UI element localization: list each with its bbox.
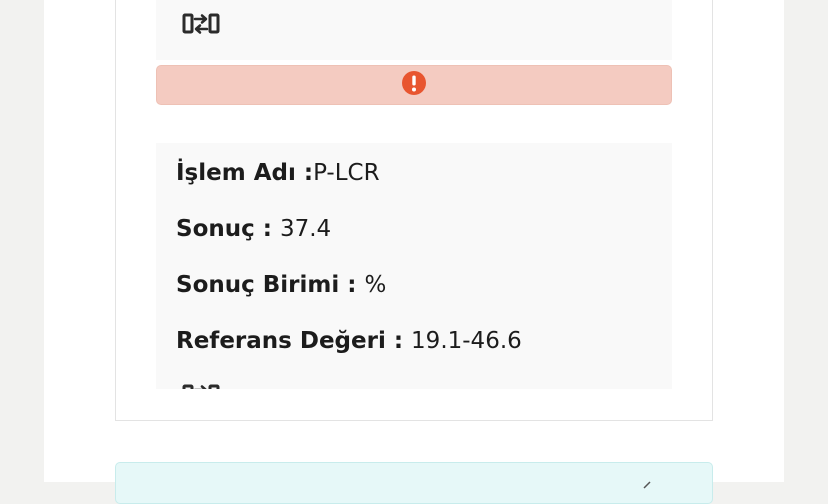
- detail-value: %: [364, 272, 387, 298]
- swap-arrows-icon[interactable]: [180, 9, 222, 39]
- detail-value: 37.4: [279, 216, 332, 242]
- detail-value: P-LCR: [313, 160, 380, 186]
- detail-row-reference: Referans Değeri : 19.1-46.6: [176, 326, 522, 356]
- exclamation-circle-icon: [401, 70, 427, 100]
- swap-arrows-icon[interactable]: [180, 380, 222, 389]
- detail-value: 19.1-46.6: [411, 328, 522, 354]
- detail-label: Sonuç :: [176, 216, 280, 242]
- info-card[interactable]: [115, 462, 713, 504]
- detail-label: Sonuç Birimi :: [176, 272, 365, 298]
- result-detail-panel: İşlem Adı :P-LCR Sonuç : 37.4 Sonuç Biri…: [156, 143, 672, 389]
- alert-bar: [156, 65, 672, 105]
- previous-result-panel: [156, 0, 672, 60]
- chevron-icon[interactable]: [642, 475, 652, 489]
- detail-label: İşlem Adı :: [176, 160, 314, 186]
- detail-row-process-name: İşlem Adı :P-LCR: [176, 158, 380, 188]
- detail-row-result: Sonuç : 37.4: [176, 214, 331, 244]
- detail-label: Referans Değeri :: [176, 328, 412, 354]
- detail-row-unit: Sonuç Birimi : %: [176, 270, 386, 300]
- page-container: İşlem Adı :P-LCR Sonuç : 37.4 Sonuç Biri…: [44, 0, 784, 504]
- result-card: İşlem Adı :P-LCR Sonuç : 37.4 Sonuç Biri…: [115, 0, 713, 421]
